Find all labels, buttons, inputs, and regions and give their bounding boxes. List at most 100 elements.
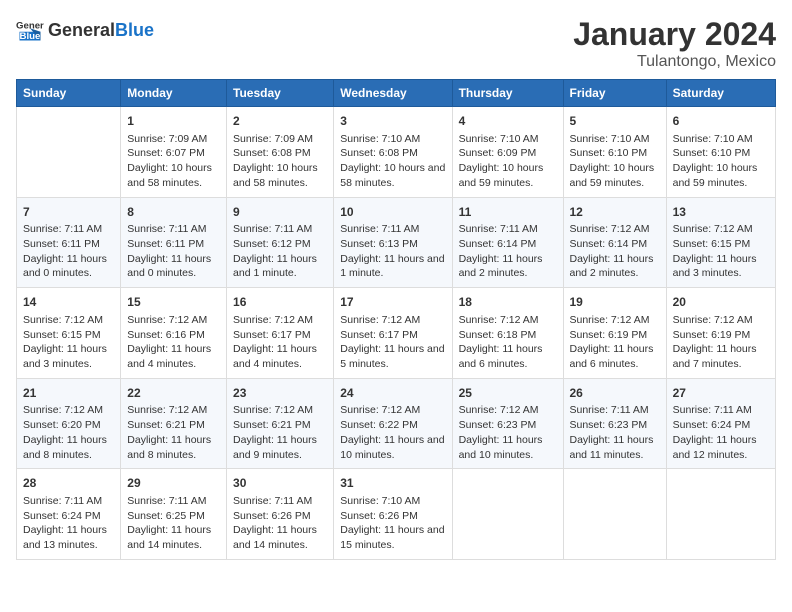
- day-info: Sunrise: 7:12 AM Sunset: 6:22 PM Dayligh…: [340, 403, 445, 462]
- logo-wordmark: GeneralBlue: [48, 20, 154, 41]
- week-row-2: 7Sunrise: 7:11 AM Sunset: 6:11 PM Daylig…: [17, 197, 776, 288]
- day-number: 2: [233, 113, 327, 130]
- cell-w3-d4: 17 Sunrise: 7:12 AM Sunset: 6:17 PM Dayli…: [334, 288, 452, 379]
- calendar-table: Sunday Monday Tuesday Wednesday Thursday…: [16, 79, 776, 560]
- day-info: Sunrise: 7:10 AM Sunset: 6:26 PM Dayligh…: [340, 494, 445, 553]
- logo-blue-text: Blue: [115, 20, 154, 40]
- day-info: Sunrise: 7:12 AM Sunset: 6:21 PM Dayligh…: [127, 403, 220, 462]
- day-info: Sunrise: 7:11 AM Sunset: 6:12 PM Dayligh…: [233, 222, 327, 281]
- col-sunday: Sunday: [17, 80, 121, 107]
- cell-w2-d4: 10Sunrise: 7:11 AM Sunset: 6:13 PM Dayli…: [334, 197, 452, 288]
- cell-w5-d5: [452, 469, 563, 560]
- cell-w1-d5: 4Sunrise: 7:10 AM Sunset: 6:09 PM Daylig…: [452, 107, 563, 198]
- col-thursday: Thursday: [452, 80, 563, 107]
- day-info: Sunrise: 7:11 AM Sunset: 6:25 PM Dayligh…: [127, 494, 220, 553]
- cell-w4-d1: 21Sunrise: 7:12 AM Sunset: 6:20 PM Dayli…: [17, 378, 121, 469]
- cell-w5-d4: 31Sunrise: 7:10 AM Sunset: 6:26 PM Dayli…: [334, 469, 452, 560]
- day-number: 11: [459, 204, 557, 221]
- day-info: Sunrise: 7:11 AM Sunset: 6:23 PM Dayligh…: [570, 403, 660, 462]
- day-number: 1: [127, 113, 220, 130]
- cell-w3-d3: 16 Sunrise: 7:12 AM Sunset: 6:17 PM Dayli…: [227, 288, 334, 379]
- header-area: General Blue GeneralBlue January 2024 Tu…: [16, 16, 776, 71]
- day-info: Sunrise: 7:12 AM Sunset: 6:19 PM Dayligh…: [570, 313, 660, 372]
- day-number: 27: [673, 385, 769, 402]
- day-number: 20: [673, 294, 769, 311]
- day-number: 5: [570, 113, 660, 130]
- day-info: Sunrise: 7:11 AM Sunset: 6:13 PM Dayligh…: [340, 222, 445, 281]
- day-info: Sunrise: 7:11 AM Sunset: 6:26 PM Dayligh…: [233, 494, 327, 553]
- cell-w3-d7: 20 Sunrise: 7:12 AM Sunset: 6:19 PM Dayli…: [666, 288, 775, 379]
- week-row-1: 1 Sunrise: 7:09 AM Sunset: 6:07 PM Daylig…: [17, 107, 776, 198]
- cell-w1-d7: 6 Sunrise: 7:10 AM Sunset: 6:10 PM Daylig…: [666, 107, 775, 198]
- cell-w4-d7: 27Sunrise: 7:11 AM Sunset: 6:24 PM Dayli…: [666, 378, 775, 469]
- cell-w2-d2: 8Sunrise: 7:11 AM Sunset: 6:11 PM Daylig…: [121, 197, 227, 288]
- logo: General Blue GeneralBlue: [16, 16, 154, 44]
- header-row: Sunday Monday Tuesday Wednesday Thursday…: [17, 80, 776, 107]
- day-info: Sunrise: 7:12 AM Sunset: 6:20 PM Dayligh…: [23, 403, 114, 462]
- day-number: 28: [23, 475, 114, 492]
- day-number: 6: [673, 113, 769, 130]
- cell-w4-d5: 25Sunrise: 7:12 AM Sunset: 6:23 PM Dayli…: [452, 378, 563, 469]
- subtitle: Tulantongo, Mexico: [573, 53, 776, 71]
- day-info: Sunrise: 7:11 AM Sunset: 6:11 PM Dayligh…: [127, 222, 220, 281]
- day-number: 7: [23, 204, 114, 221]
- day-number: 17: [340, 294, 445, 311]
- day-info: Sunrise: 7:11 AM Sunset: 6:24 PM Dayligh…: [23, 494, 114, 553]
- day-number: 29: [127, 475, 220, 492]
- day-number: 12: [570, 204, 660, 221]
- day-number: 23: [233, 385, 327, 402]
- cell-w4-d3: 23Sunrise: 7:12 AM Sunset: 6:21 PM Dayli…: [227, 378, 334, 469]
- day-info: Sunrise: 7:11 AM Sunset: 6:24 PM Dayligh…: [673, 403, 769, 462]
- day-info: Sunrise: 7:12 AM Sunset: 6:17 PM Dayligh…: [340, 313, 445, 372]
- day-number: 8: [127, 204, 220, 221]
- day-number: 19: [570, 294, 660, 311]
- day-info: Sunrise: 7:12 AM Sunset: 6:14 PM Dayligh…: [570, 222, 660, 281]
- day-info: Sunrise: 7:12 AM Sunset: 6:15 PM Dayligh…: [673, 222, 769, 281]
- cell-w4-d4: 24Sunrise: 7:12 AM Sunset: 6:22 PM Dayli…: [334, 378, 452, 469]
- day-number: 26: [570, 385, 660, 402]
- svg-text:Blue: Blue: [20, 31, 41, 42]
- day-number: 10: [340, 204, 445, 221]
- logo-general-text: General: [48, 20, 115, 40]
- cell-w3-d2: 15 Sunrise: 7:12 AM Sunset: 6:16 PM Dayli…: [121, 288, 227, 379]
- day-info: Sunrise: 7:12 AM Sunset: 6:19 PM Dayligh…: [673, 313, 769, 372]
- day-number: 15: [127, 294, 220, 311]
- day-number: 25: [459, 385, 557, 402]
- cell-w2-d3: 9Sunrise: 7:11 AM Sunset: 6:12 PM Daylig…: [227, 197, 334, 288]
- day-number: 21: [23, 385, 114, 402]
- day-info: Sunrise: 7:12 AM Sunset: 6:18 PM Dayligh…: [459, 313, 557, 372]
- col-tuesday: Tuesday: [227, 80, 334, 107]
- day-number: 16: [233, 294, 327, 311]
- calendar-header: Sunday Monday Tuesday Wednesday Thursday…: [17, 80, 776, 107]
- col-wednesday: Wednesday: [334, 80, 452, 107]
- cell-w5-d6: [563, 469, 666, 560]
- cell-w5-d3: 30Sunrise: 7:11 AM Sunset: 6:26 PM Dayli…: [227, 469, 334, 560]
- cell-w2-d6: 12Sunrise: 7:12 AM Sunset: 6:14 PM Dayli…: [563, 197, 666, 288]
- cell-w1-d1: [17, 107, 121, 198]
- day-info: Sunrise: 7:09 AM Sunset: 6:08 PM Dayligh…: [233, 132, 327, 191]
- cell-w4-d2: 22Sunrise: 7:12 AM Sunset: 6:21 PM Dayli…: [121, 378, 227, 469]
- day-info: Sunrise: 7:12 AM Sunset: 6:21 PM Dayligh…: [233, 403, 327, 462]
- col-saturday: Saturday: [666, 80, 775, 107]
- day-number: 4: [459, 113, 557, 130]
- day-info: Sunrise: 7:12 AM Sunset: 6:23 PM Dayligh…: [459, 403, 557, 462]
- cell-w2-d7: 13Sunrise: 7:12 AM Sunset: 6:15 PM Dayli…: [666, 197, 775, 288]
- cell-w4-d6: 26Sunrise: 7:11 AM Sunset: 6:23 PM Dayli…: [563, 378, 666, 469]
- cell-w1-d3: 2 Sunrise: 7:09 AM Sunset: 6:08 PM Daylig…: [227, 107, 334, 198]
- day-info: Sunrise: 7:10 AM Sunset: 6:10 PM Dayligh…: [570, 132, 660, 191]
- day-info: Sunrise: 7:12 AM Sunset: 6:16 PM Dayligh…: [127, 313, 220, 372]
- day-number: 13: [673, 204, 769, 221]
- day-info: Sunrise: 7:11 AM Sunset: 6:11 PM Dayligh…: [23, 222, 114, 281]
- day-info: Sunrise: 7:12 AM Sunset: 6:17 PM Dayligh…: [233, 313, 327, 372]
- day-info: Sunrise: 7:10 AM Sunset: 6:10 PM Dayligh…: [673, 132, 769, 191]
- title-area: January 2024 Tulantongo, Mexico: [573, 16, 776, 71]
- day-info: Sunrise: 7:12 AM Sunset: 6:15 PM Dayligh…: [23, 313, 114, 372]
- week-row-5: 28 Sunrise: 7:11 AM Sunset: 6:24 PM Dayli…: [17, 469, 776, 560]
- day-number: 22: [127, 385, 220, 402]
- week-row-4: 21Sunrise: 7:12 AM Sunset: 6:20 PM Dayli…: [17, 378, 776, 469]
- cell-w5-d1: 28 Sunrise: 7:11 AM Sunset: 6:24 PM Dayli…: [17, 469, 121, 560]
- day-number: 24: [340, 385, 445, 402]
- col-monday: Monday: [121, 80, 227, 107]
- day-info: Sunrise: 7:09 AM Sunset: 6:07 PM Dayligh…: [127, 132, 220, 191]
- svg-text:General: General: [16, 20, 44, 31]
